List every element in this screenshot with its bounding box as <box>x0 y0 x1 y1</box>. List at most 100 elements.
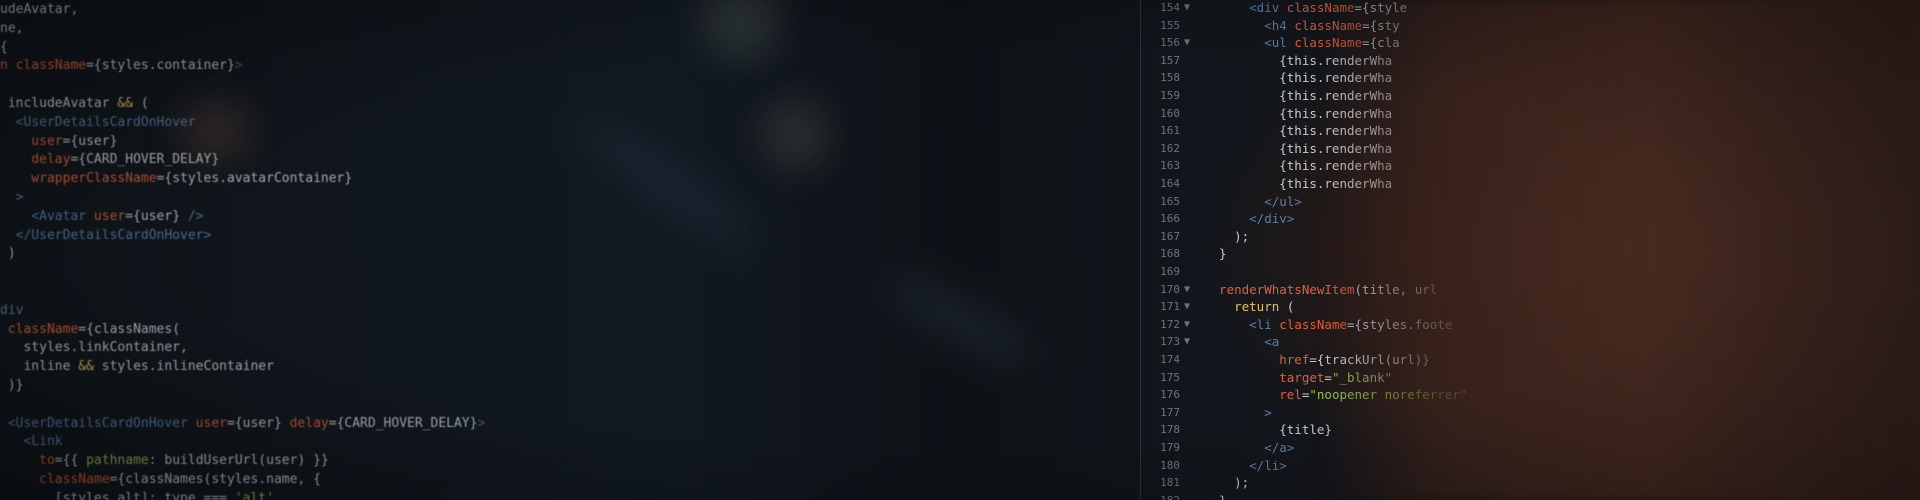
code-token: <UserDetailsCardOnHover <box>0 114 196 130</box>
line-number: 168 <box>1160 247 1180 261</box>
line-number: 171 <box>1160 300 1180 314</box>
code-token: ); <box>1204 228 1250 244</box>
code-token: <li <box>1204 316 1280 332</box>
code-token: > <box>1204 404 1272 420</box>
fold-arrow-icon[interactable]: ▼ <box>1184 282 1190 298</box>
line-number: 181 <box>1160 476 1180 490</box>
code-token: <div <box>1204 0 1287 15</box>
code-token: wrapperClassName <box>0 171 157 187</box>
code-line: className={classNames( <box>0 322 180 338</box>
code-token: > <box>234 58 243 74</box>
code-token: <ul <box>1204 35 1295 51</box>
code-text: </li> <box>1204 458 1287 474</box>
blurred-foreground <box>1320 0 1920 500</box>
code-line: udeAvatar, <box>0 2 78 18</box>
code-text: ); <box>1204 229 1249 245</box>
line-number: 172 <box>1160 317 1180 331</box>
code-token: {title} <box>1204 422 1332 438</box>
code-line: n className={styles.container}> <box>0 58 243 74</box>
code-line: > <box>0 190 24 206</box>
line-number: 165 <box>1160 194 1180 208</box>
code-token: </a> <box>1204 440 1295 455</box>
code-text: {title} <box>1204 422 1332 438</box>
code-token: : buildUserUrl(user) }} <box>148 453 329 469</box>
code-line: )} <box>0 378 24 394</box>
code-token: && <box>117 96 134 111</box>
code-token: </UserDetailsCardOnHover> <box>0 227 212 243</box>
code-photo-scene: udeAvatar, ne, { n className={styles.contai… <box>0 0 1920 500</box>
code-token: user <box>195 415 227 431</box>
code-line: div <box>0 303 23 319</box>
code-token: ={classNames( <box>78 321 181 337</box>
code-line: user={user} <box>0 134 117 150</box>
code-token: inline <box>0 359 79 375</box>
code-line: includeAvatar && ( <box>0 96 149 112</box>
line-number: 170 <box>1160 282 1180 296</box>
code-token: ={styles.avatarContainer} <box>156 171 353 187</box>
line-number: 160 <box>1160 106 1180 120</box>
code-line: <UserDetailsCardOnHover <box>0 115 196 131</box>
line-number: 158 <box>1160 71 1180 85</box>
line-number: 167 <box>1160 229 1180 243</box>
code-token: ={CARD_HOVER_DELAY} <box>70 152 220 168</box>
code-token: </div> <box>1204 211 1295 227</box>
fold-arrow-icon[interactable]: ▼ <box>1184 35 1190 51</box>
code-token: ={user} <box>125 208 188 224</box>
code-token: } <box>1204 493 1227 500</box>
code-token: className <box>0 321 79 337</box>
code-token: } <box>1204 246 1227 262</box>
code-token: ={user} <box>62 133 118 149</box>
code-token: <Avatar <box>0 208 94 224</box>
code-text: <a <box>1204 334 1279 350</box>
code-token: delay <box>289 415 329 431</box>
line-number: 169 <box>1160 265 1180 278</box>
line-number: 179 <box>1160 441 1180 454</box>
line-number: 173 <box>1160 335 1180 349</box>
code-text: ); <box>1204 475 1249 491</box>
code-token: user <box>93 208 126 224</box>
fold-arrow-icon[interactable]: ▼ <box>1184 0 1190 16</box>
code-text: return ( <box>1204 299 1294 315</box>
fold-arrow-icon[interactable]: ▼ <box>1184 299 1190 315</box>
code-line: delay={CARD_HOVER_DELAY} <box>0 152 219 168</box>
code-token: /> <box>187 208 204 224</box>
code-token: && <box>78 359 94 375</box>
code-token: [styles.alt]: type === <box>0 490 235 500</box>
code-text: </div> <box>1204 211 1294 227</box>
code-token: { <box>0 39 8 55</box>
code-token: to <box>0 453 55 469</box>
line-number: 157 <box>1160 53 1180 67</box>
code-text: > <box>1204 405 1272 421</box>
code-token: href <box>1204 352 1310 367</box>
code-line: </UserDetailsCardOnHover> <box>0 227 212 244</box>
line-number: 155 <box>1160 18 1180 32</box>
code-token: </ul> <box>1204 193 1302 209</box>
line-number: 156 <box>1160 36 1180 50</box>
code-token: ) <box>0 246 16 262</box>
code-token: <UserDetailsCardOnHover <box>0 415 196 431</box>
code-line: <Avatar user={user} /> <box>0 208 204 225</box>
code-token: pathname <box>86 453 149 469</box>
code-token: user <box>0 133 63 149</box>
line-number: 175 <box>1160 370 1180 384</box>
code-token: , <box>273 490 282 500</box>
fold-arrow-icon[interactable]: ▼ <box>1184 317 1190 333</box>
line-number: 159 <box>1160 89 1180 102</box>
fold-arrow-icon[interactable]: ▼ <box>1184 334 1190 350</box>
code-token: ( <box>1279 299 1295 315</box>
code-token: className <box>0 472 110 487</box>
code-line: ne, <box>0 21 23 37</box>
code-line: styles.linkContainer, <box>0 340 187 356</box>
code-token: delay <box>0 152 71 168</box>
code-token: ={styles.container} <box>86 58 235 74</box>
code-token: <Link <box>0 434 63 450</box>
code-token: > <box>0 190 24 205</box>
line-number: 166 <box>1160 212 1180 226</box>
line-number: 174 <box>1160 353 1180 366</box>
code-text: } <box>1204 246 1227 262</box>
code-line: [styles.alt]: type === 'alt', <box>0 491 282 500</box>
code-token: <h4 <box>1204 17 1295 33</box>
line-number: 177 <box>1160 405 1180 419</box>
code-text: </ul> <box>1204 194 1302 210</box>
line-number: 180 <box>1160 458 1180 472</box>
